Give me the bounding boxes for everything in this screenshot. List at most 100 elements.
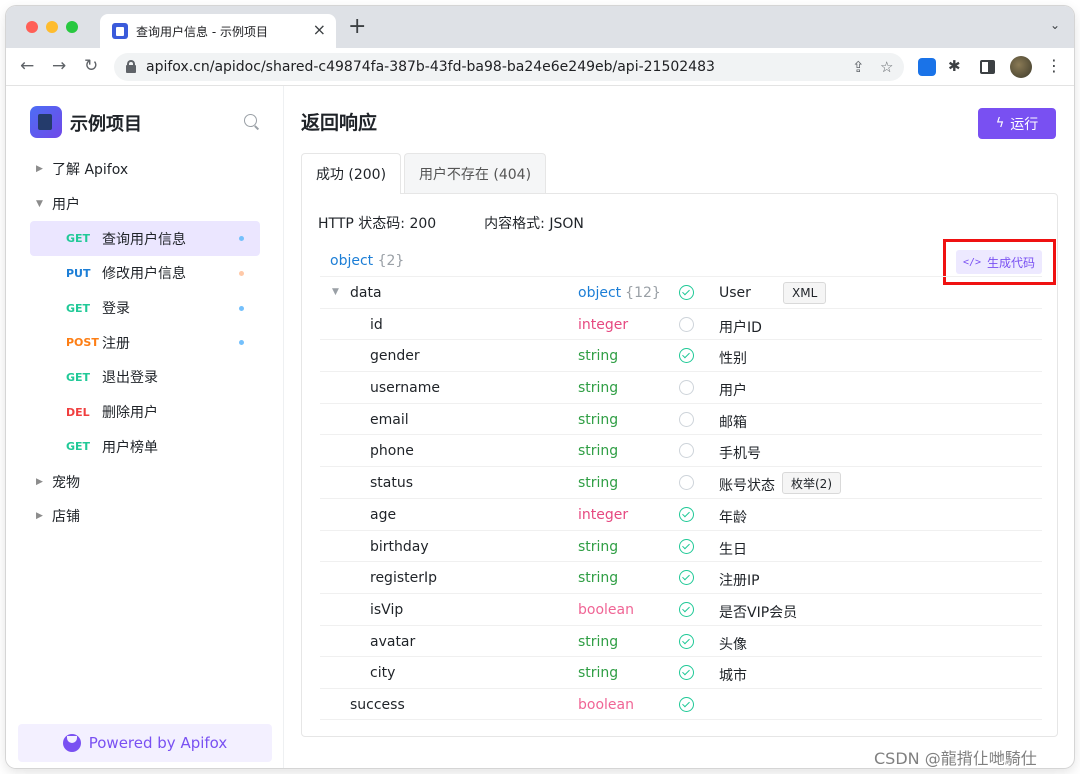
profile-avatar[interactable]	[1010, 56, 1032, 78]
schema-field-row[interactable]: username string 用户	[320, 371, 1042, 403]
api-item-register[interactable]: POST 注册	[30, 325, 260, 360]
field-type: string	[578, 634, 618, 650]
sidebar-item-label: 宠物	[52, 474, 80, 491]
api-item-user-ranking[interactable]: GET 用户榜单	[30, 430, 260, 465]
lock-icon[interactable]	[126, 60, 136, 73]
tab-close-icon[interactable]: ×	[313, 20, 326, 39]
minimize-window-button[interactable]	[46, 21, 58, 33]
field-type-label: object	[578, 285, 622, 301]
sidebar-folder-user[interactable]: ▼ 用户	[30, 187, 260, 222]
sidebar-item-label: 店铺	[52, 509, 80, 526]
tab-success-200[interactable]: 成功 (200)	[301, 153, 401, 194]
field-description: 注册IP	[719, 573, 760, 590]
tab-search-icon[interactable]: ⌄	[1050, 18, 1060, 32]
sidebar-item-about[interactable]: ▶ 了解 Apifox	[30, 152, 260, 187]
field-type-label: boolean	[578, 601, 634, 618]
field-type-label: boolean	[578, 696, 634, 713]
maximize-window-button[interactable]	[66, 21, 78, 33]
schema-field-row[interactable]: age integer 年龄	[320, 497, 1042, 530]
field-name: gender	[370, 348, 420, 365]
optional-circle-icon	[679, 380, 694, 396]
extension-icon[interactable]	[918, 58, 936, 76]
field-type-label: string	[578, 665, 619, 682]
page-title: 返回响应	[301, 112, 378, 134]
schema-field-row[interactable]: ▼ data object {12} User XML	[320, 276, 1042, 308]
apifox-logo-icon	[62, 734, 81, 752]
schema-field-row[interactable]: id integer 用户ID	[320, 307, 1042, 340]
field-description: 头像	[719, 636, 747, 653]
project-name: 示例项目	[70, 114, 142, 135]
api-item-get-user-info[interactable]: GET 查询用户信息	[30, 221, 260, 257]
field-type: boolean	[578, 697, 634, 713]
schema-field-row[interactable]: isVip boolean 是否VIP会员	[320, 592, 1042, 625]
optional-circle-icon	[679, 411, 694, 427]
schema-fields: ▼ data object {12} User XML id integer 用户ID gende…	[320, 276, 1042, 720]
field-description: 是否VIP会员	[719, 604, 798, 621]
api-item-label: 修改用户信息	[102, 266, 186, 283]
browser-tab-title: 查询用户信息 - 示例项目	[136, 25, 268, 39]
schema-field-row[interactable]: status string 账号状态 枚举(2)	[320, 466, 1042, 498]
side-panel-icon[interactable]	[980, 60, 995, 74]
search-icon[interactable]	[244, 114, 260, 130]
sidebar-folder-pet[interactable]: ▶ 宠物	[30, 464, 260, 499]
schema-field-row[interactable]: success boolean	[320, 687, 1042, 720]
api-item-label: 退出登录	[102, 370, 158, 387]
status-dot	[239, 340, 244, 346]
field-name: email	[370, 411, 409, 428]
field-description: User	[719, 285, 751, 301]
address-bar[interactable]: apifox.cn/apidoc/shared-c49874fa-387b-43…	[114, 53, 904, 81]
new-tab-button[interactable]: +	[348, 16, 366, 38]
field-type-label: string	[578, 443, 619, 460]
schema-field-row[interactable]: gender string 性别	[320, 339, 1042, 371]
required-check-icon	[679, 633, 694, 649]
required-check-icon	[679, 285, 694, 300]
field-type-label: string	[578, 570, 619, 587]
schema-field-row[interactable]: email string 邮箱	[320, 402, 1042, 435]
browser-tab-active[interactable]: 查询用户信息 - 示例项目 ×	[100, 14, 336, 48]
api-tree: ▶ 了解 Apifox ▼ 用户 GET 查询用户信息 PUT 修改用户信息 G…	[30, 152, 260, 534]
field-count: {12}	[625, 285, 661, 301]
field-type: string	[578, 380, 618, 396]
sidebar-folder-store[interactable]: ▶ 店铺	[30, 499, 260, 534]
url-text[interactable]: apifox.cn/apidoc/shared-c49874fa-387b-43…	[146, 59, 715, 75]
field-type-label: integer	[578, 506, 629, 523]
field-type: string	[578, 475, 618, 491]
field-description: 生日	[719, 541, 747, 558]
field-name: birthday	[370, 538, 429, 555]
schema-field-row[interactable]: avatar string 头像	[320, 624, 1042, 657]
api-item-label: 登录	[102, 301, 130, 318]
schema-field-row[interactable]: city string 城市	[320, 656, 1042, 688]
lightning-icon: ϟ	[995, 116, 1005, 131]
bookmark-star-icon[interactable]: ☆	[880, 58, 893, 76]
api-item-label: 查询用户信息	[102, 231, 186, 248]
reload-icon[interactable]: ↻	[84, 56, 98, 76]
api-item-logout[interactable]: GET 退出登录	[30, 360, 260, 395]
powered-by-link[interactable]: Powered by Apifox	[18, 724, 272, 762]
response-panel: HTTP 状态码: 200 内容格式: JSON object {2} </> …	[301, 193, 1058, 737]
api-item-update-user-info[interactable]: PUT 修改用户信息	[30, 256, 260, 291]
extensions-puzzle-icon[interactable]: ✱	[948, 57, 966, 75]
caret-right-icon: ▶	[36, 476, 43, 487]
watermark: CSDN @龍揹仩哋騎仕	[874, 749, 1037, 768]
share-icon[interactable]: ⇪	[852, 58, 865, 76]
field-type: boolean	[578, 602, 634, 618]
root-type: object	[330, 253, 374, 269]
schema-field-row[interactable]: phone string 手机号	[320, 434, 1042, 466]
api-item-delete-user[interactable]: DEL 删除用户	[30, 395, 260, 430]
close-window-button[interactable]	[26, 21, 38, 33]
browser-menu-icon[interactable]: ⋮	[1046, 56, 1062, 75]
api-item-login[interactable]: GET 登录	[30, 291, 260, 326]
back-icon[interactable]: ←	[20, 56, 34, 76]
field-type-label: string	[578, 475, 619, 492]
optional-circle-icon	[679, 316, 694, 332]
schema-field-row[interactable]: registerIp string 注册IP	[320, 561, 1042, 593]
expand-caret-icon[interactable]: ▼	[332, 287, 339, 297]
forward-icon[interactable]: →	[52, 56, 66, 76]
sidebar: 示例项目 ▶ 了解 Apifox ▼ 用户 GET 查询用户信息 PUT 修改用…	[6, 86, 284, 768]
tab-user-not-found-404[interactable]: 用户不存在 (404)	[404, 153, 546, 193]
field-name: id	[370, 316, 383, 333]
run-button[interactable]: ϟ 运行	[978, 108, 1056, 139]
schema-field-row[interactable]: birthday string 生日	[320, 529, 1042, 562]
xml-tag[interactable]: XML	[783, 282, 827, 304]
enum-tag[interactable]: 枚举(2)	[782, 472, 841, 495]
